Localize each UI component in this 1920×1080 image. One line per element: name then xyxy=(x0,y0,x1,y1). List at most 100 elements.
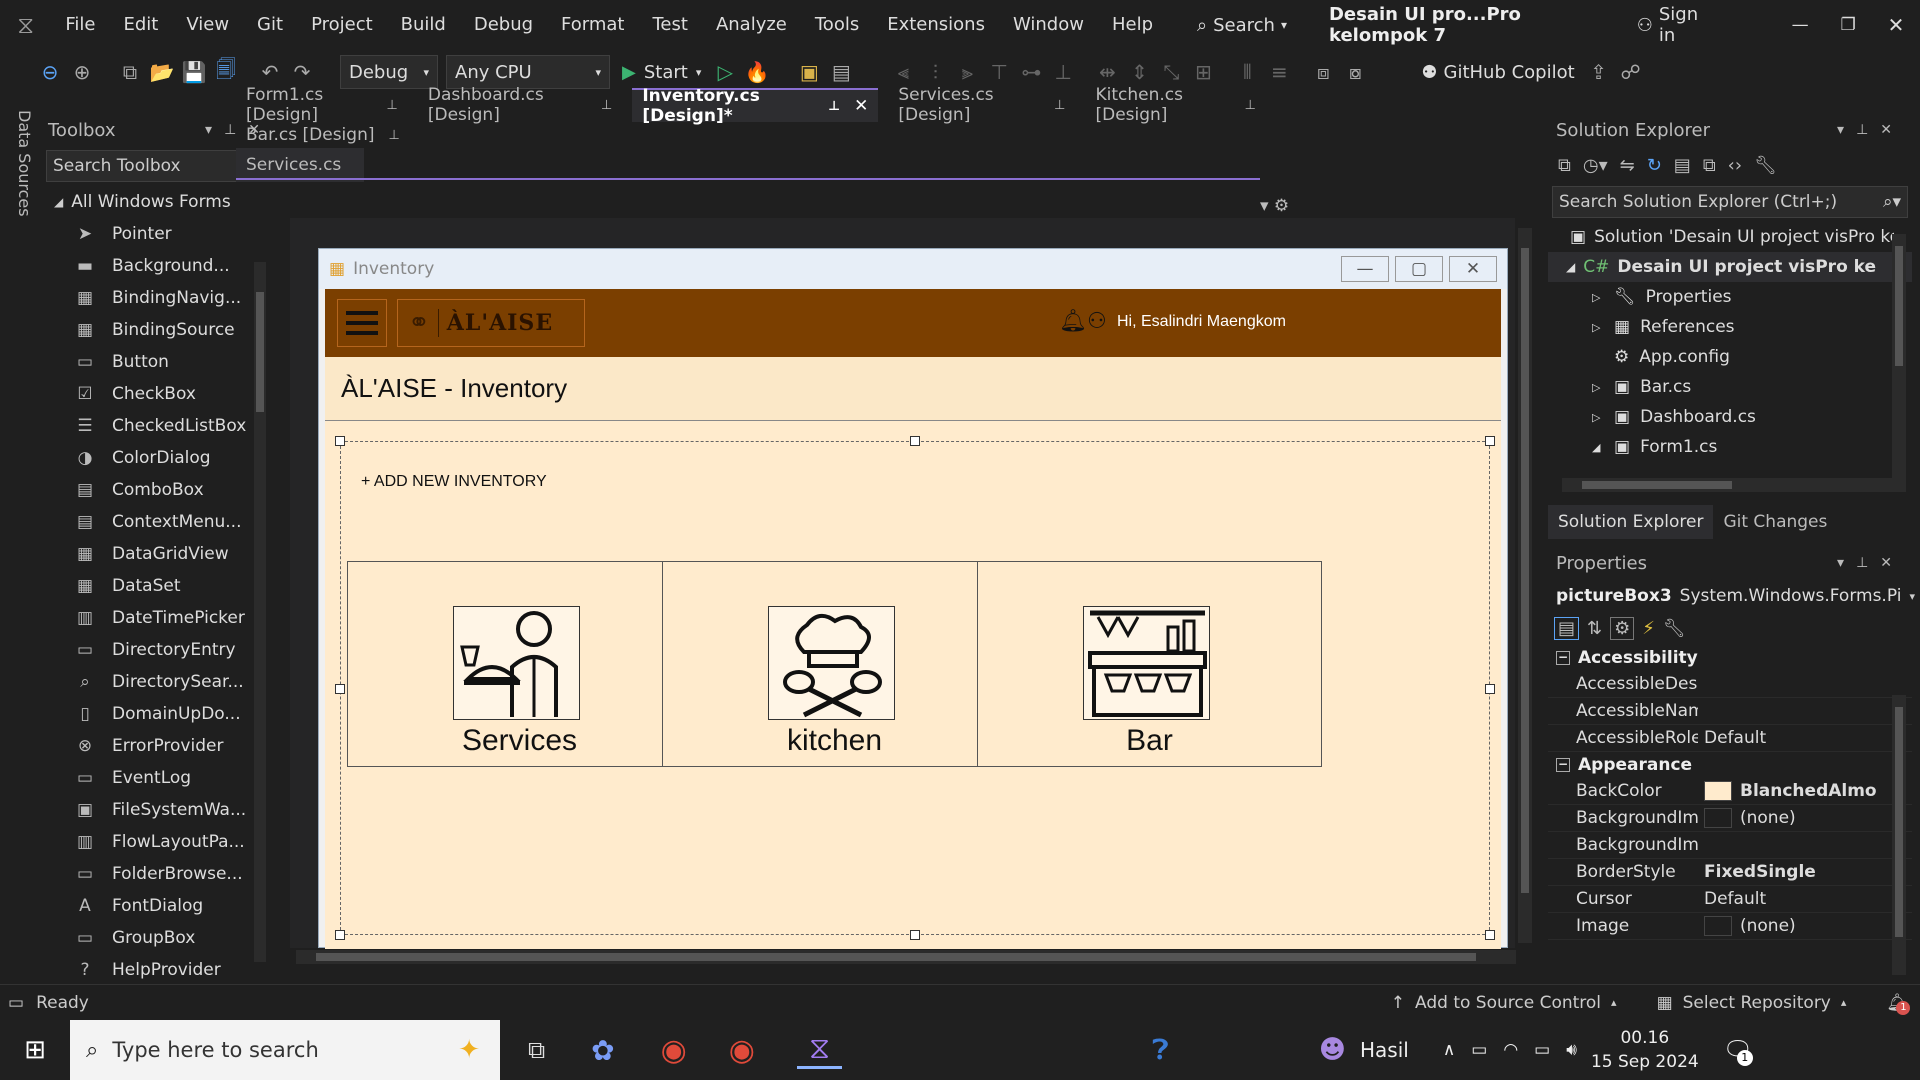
resize-handle[interactable] xyxy=(1485,930,1495,940)
visual-studio-icon[interactable]: ⧖ xyxy=(796,1031,843,1069)
toolbox-item[interactable]: ▦ DataGridView xyxy=(40,538,280,570)
copilot-button[interactable]: ⚉ GitHub Copilot xyxy=(1421,62,1574,83)
folder-icon[interactable]: ▣ xyxy=(793,60,825,84)
start-menu-button[interactable]: ⊞ xyxy=(0,1035,70,1065)
menu-view[interactable]: View xyxy=(172,0,243,50)
property-row[interactable]: BackgroundImage (none) xyxy=(1548,805,1912,832)
editor-tab[interactable]: Bar.cs [Design] ⊥ xyxy=(236,118,410,152)
scroll-thumb[interactable] xyxy=(316,953,1476,961)
menu-debug[interactable]: Debug xyxy=(460,0,547,50)
editor-tab[interactable]: Services.cs [Design] ⊥ xyxy=(888,85,1075,125)
expand-icon[interactable]: ▷ xyxy=(1592,411,1604,424)
pin-icon[interactable]: ⊥ xyxy=(601,98,612,113)
help-icon[interactable]: ❓︎ xyxy=(1152,1033,1169,1067)
toolbox-item[interactable]: ▥ DateTimePicker xyxy=(40,602,280,634)
notification-center-button[interactable]: 🗨︎ 1 xyxy=(1723,1036,1753,1066)
toolbox-item[interactable]: ◑ ColorDialog xyxy=(40,442,280,474)
menu-format[interactable]: Format xyxy=(547,0,638,50)
send-back-icon[interactable]: ⧇ xyxy=(1339,60,1371,84)
chevron-up-icon[interactable]: ∧ xyxy=(1443,1040,1455,1060)
hamburger-menu-button[interactable] xyxy=(337,299,387,347)
resize-handle[interactable] xyxy=(910,436,920,446)
resize-handle[interactable] xyxy=(335,930,345,940)
property-row[interactable]: Cursor Default xyxy=(1548,886,1912,913)
data-sources-tab[interactable]: Data Sources xyxy=(10,110,36,220)
user-icon[interactable]: ⚇ xyxy=(1087,309,1107,334)
solution-item[interactable]: ▷ ▦ References xyxy=(1548,312,1912,342)
wifi-icon[interactable]: ◠ xyxy=(1503,1040,1518,1060)
designer-hscroll[interactable] xyxy=(296,950,1516,964)
align-top-icon[interactable]: ⊤ xyxy=(983,60,1015,84)
same-size-icon[interactable]: ⤡ xyxy=(1155,60,1187,84)
toolbox-item[interactable]: ▦ BindingSource xyxy=(40,314,280,346)
grid-icon[interactable]: ⊞ xyxy=(1187,60,1219,84)
menu-project[interactable]: Project xyxy=(297,0,387,50)
select-repository-button[interactable]: ▦ Select Repository ▴ xyxy=(1657,993,1847,1013)
solution-search[interactable]: Search Solution Explorer (Ctrl+;) ⌕▾ xyxy=(1552,186,1908,218)
align-center-icon[interactable]: ⫶ xyxy=(919,60,951,84)
menu-git[interactable]: Git xyxy=(243,0,297,50)
toolbox-item[interactable]: ▤ ContextMenu... xyxy=(40,506,280,538)
resize-handle[interactable] xyxy=(1485,436,1495,446)
chrome-icon[interactable]: ◉ xyxy=(729,1033,755,1068)
toolbox-item[interactable]: ▥ FlowLayoutPa... xyxy=(40,826,280,858)
solution-hscroll[interactable] xyxy=(1562,478,1892,492)
align-middle-icon[interactable]: ⊶ xyxy=(1015,60,1047,84)
share-icon[interactable]: ⇪ xyxy=(1583,60,1615,84)
toolbox-item[interactable]: ▦ DataSet xyxy=(40,570,280,602)
redo-icon[interactable]: ↷ xyxy=(286,60,318,84)
property-value[interactable]: BlanchedAlmo xyxy=(1698,781,1877,801)
editor-tab[interactable]: Dashboard.cs [Design] ⊥ xyxy=(418,85,622,125)
expand-icon[interactable]: ▷ xyxy=(1592,291,1604,304)
property-value[interactable]: FixedSingle xyxy=(1698,862,1816,882)
align-left-icon[interactable]: ⫷ xyxy=(887,60,919,84)
panel-controls[interactable]: ▾⊥✕ xyxy=(1837,122,1904,138)
save-all-icon[interactable]: 🗐 xyxy=(210,55,242,89)
close-button[interactable]: ✕ xyxy=(1872,13,1920,37)
scroll-thumb[interactable] xyxy=(256,292,264,412)
refresh-icon[interactable]: ↻ xyxy=(1647,155,1662,176)
feedback-icon[interactable]: ☍ xyxy=(1615,60,1647,84)
editor-tab[interactable]: Inventory.cs [Design]* ⊥ ✕ xyxy=(632,86,879,126)
menu-tools[interactable]: Tools xyxy=(801,0,873,50)
toolbox-item[interactable]: ⌕ DirectorySear... xyxy=(40,666,280,698)
hot-reload-icon[interactable]: 🔥 xyxy=(741,60,773,84)
menu-extensions[interactable]: Extensions xyxy=(873,0,999,50)
battery-icon[interactable]: ▭ xyxy=(1534,1040,1550,1060)
scroll-thumb[interactable] xyxy=(1895,246,1903,366)
form-maximize-button[interactable]: ▢ xyxy=(1395,256,1443,282)
project-node[interactable]: ◢ C# Desain UI project visPro kelon xyxy=(1548,252,1912,282)
pin-icon[interactable]: ⊥ xyxy=(1245,98,1256,113)
toolbox-item[interactable]: ▭ EventLog xyxy=(40,762,280,794)
collapse-icon[interactable]: ◢ xyxy=(1592,441,1604,454)
property-row[interactable]: AccessibleRole Default xyxy=(1548,725,1912,752)
start-button[interactable]: ▶ Start ▾ xyxy=(622,62,701,83)
pin-icon[interactable]: ⊥ xyxy=(387,98,398,113)
toolbox-group[interactable]: ◢ All Windows Forms xyxy=(40,186,280,218)
events-icon[interactable]: ⚡ xyxy=(1642,618,1655,639)
open-folder-icon[interactable]: 📂 xyxy=(146,60,178,84)
menu-analyze[interactable]: Analyze xyxy=(702,0,801,50)
property-value[interactable]: (none) xyxy=(1698,916,1796,936)
hspace-icon[interactable]: ⫴ xyxy=(1231,60,1263,84)
layout-icon[interactable]: ▤ xyxy=(825,60,857,84)
collapse-icon[interactable]: ▤ xyxy=(1674,155,1691,176)
solution-item[interactable]: ⚙ App.config xyxy=(1548,342,1912,372)
toolbox-item[interactable]: ▭ DirectoryEntry xyxy=(40,634,280,666)
save-icon[interactable]: 💾 xyxy=(178,60,210,84)
taskbar-search[interactable]: ⌕ Type here to search ✦ xyxy=(70,1020,500,1080)
category-accessibility[interactable]: − Accessibility xyxy=(1548,645,1912,671)
restore-button[interactable]: ❐ xyxy=(1824,15,1872,35)
wrench-icon[interactable]: 🔧︎ xyxy=(1754,155,1777,176)
menu-help[interactable]: Help xyxy=(1098,0,1167,50)
tab-git-changes[interactable]: Git Changes xyxy=(1713,505,1837,539)
same-height-icon[interactable]: ⇕ xyxy=(1123,60,1155,84)
tab-overflow-icon[interactable]: ▾ ⚙ xyxy=(1260,196,1289,216)
solution-item[interactable]: ▷ 🔧︎ Properties xyxy=(1548,282,1912,312)
sync-icon[interactable]: ⇋ xyxy=(1620,155,1635,176)
menu-window[interactable]: Window xyxy=(999,0,1098,50)
property-row[interactable]: BackColor BlanchedAlmo xyxy=(1548,778,1912,805)
taskbar-search-input[interactable]: Type here to search xyxy=(112,1038,318,1062)
code-icon[interactable]: ‹› xyxy=(1728,155,1742,176)
same-width-icon[interactable]: ⇹ xyxy=(1091,60,1123,84)
